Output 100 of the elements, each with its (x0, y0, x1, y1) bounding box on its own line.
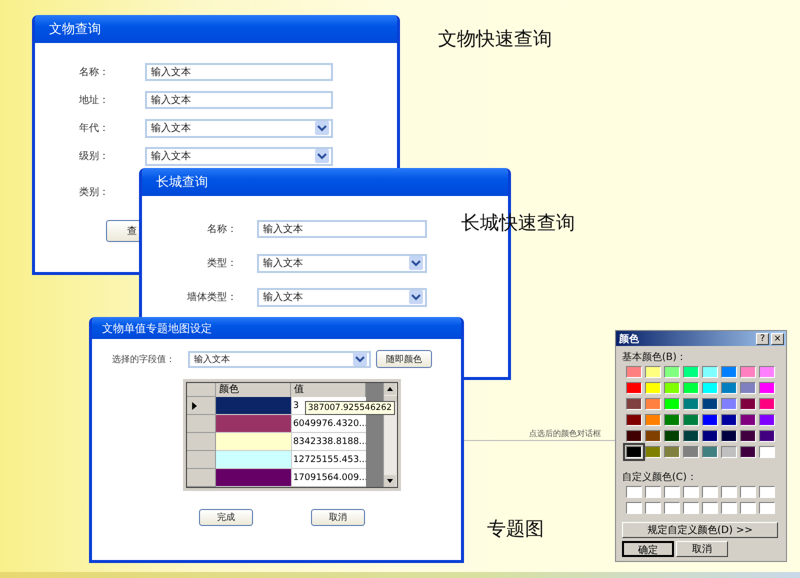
dialog-button[interactable]: 完成 (199, 509, 253, 526)
custom-color-swatch[interactable] (759, 486, 775, 498)
color-swatch[interactable] (683, 366, 699, 378)
section-label: 自定义颜色(C)： (622, 470, 698, 484)
color-swatch[interactable] (626, 398, 642, 410)
chevron-down-icon (409, 290, 423, 304)
color-swatch[interactable] (626, 382, 642, 394)
custom-color-swatch[interactable] (664, 486, 680, 498)
custom-color-swatch[interactable] (740, 486, 756, 498)
color-swatch[interactable] (740, 430, 756, 442)
dropdown-field[interactable]: 输入文本 (145, 118, 333, 138)
color-swatch[interactable] (626, 446, 642, 458)
color-swatch[interactable] (645, 430, 661, 442)
color-swatch[interactable] (740, 398, 756, 410)
color-swatch[interactable] (645, 382, 661, 394)
input-field[interactable]: 输入文本 (145, 63, 333, 81)
custom-color-swatch[interactable] (740, 502, 756, 514)
row-header-cell[interactable] (187, 469, 216, 487)
color-swatch[interactable] (683, 430, 699, 442)
row-header-cell[interactable] (187, 397, 216, 415)
chevron-down-icon (353, 352, 367, 366)
color-swatch[interactable] (664, 398, 680, 410)
dropdown-field[interactable]: 输入文本 (257, 254, 427, 272)
color-swatch[interactable] (626, 430, 642, 442)
color-swatch[interactable] (645, 398, 661, 410)
define-colors-button[interactable]: 规定自定义颜色(D) >> (622, 522, 778, 538)
cancel-button[interactable]: 取消 (676, 541, 728, 557)
color-cell[interactable] (216, 469, 292, 487)
color-swatch[interactable] (721, 382, 737, 394)
color-swatch[interactable] (759, 398, 775, 410)
color-swatch[interactable] (645, 446, 661, 458)
custom-color-swatch[interactable] (759, 502, 775, 514)
color-swatch[interactable] (721, 398, 737, 410)
color-swatch[interactable] (702, 398, 718, 410)
color-swatch[interactable] (740, 414, 756, 426)
scroll-down-icon[interactable] (384, 475, 396, 487)
color-cell[interactable] (216, 433, 292, 451)
custom-color-swatch[interactable] (626, 502, 642, 514)
color-swatch[interactable] (702, 366, 718, 378)
color-swatch[interactable] (759, 446, 775, 458)
color-swatch[interactable] (683, 446, 699, 458)
color-swatch[interactable] (702, 382, 718, 394)
color-swatch[interactable] (721, 366, 737, 378)
custom-color-swatch[interactable] (721, 486, 737, 498)
color-swatch[interactable] (664, 430, 680, 442)
color-swatch[interactable] (645, 414, 661, 426)
color-swatch[interactable] (721, 414, 737, 426)
color-swatch[interactable] (759, 414, 775, 426)
window-title: 文物单值专题地图设定 (102, 320, 212, 336)
ok-button[interactable]: 确定 (622, 541, 674, 557)
color-cell[interactable] (216, 415, 292, 433)
dropdown-field[interactable]: 输入文本 (257, 288, 427, 306)
close-button[interactable]: × (771, 332, 784, 344)
color-swatch[interactable] (683, 382, 699, 394)
field-label: 级别： (79, 150, 110, 163)
custom-color-swatch[interactable] (721, 502, 737, 514)
color-swatch[interactable] (664, 382, 680, 394)
custom-color-swatch[interactable] (702, 502, 718, 514)
color-swatch[interactable] (683, 414, 699, 426)
chevron-down-icon (409, 256, 423, 270)
color-swatch[interactable] (664, 366, 680, 378)
custom-color-swatch[interactable] (645, 486, 661, 498)
custom-color-swatch[interactable] (683, 486, 699, 498)
field-label: 名称： (206, 223, 237, 236)
color-swatch[interactable] (740, 382, 756, 394)
random-color-button[interactable]: 随即颜色 (376, 350, 432, 368)
color-swatch[interactable] (721, 446, 737, 458)
color-swatch[interactable] (702, 414, 718, 426)
color-swatch[interactable] (740, 446, 756, 458)
custom-color-swatch[interactable] (683, 502, 699, 514)
color-swatch[interactable] (645, 366, 661, 378)
custom-color-swatch[interactable] (664, 502, 680, 514)
color-swatch[interactable] (664, 414, 680, 426)
scroll-up-icon[interactable] (384, 383, 396, 395)
color-swatch[interactable] (759, 382, 775, 394)
custom-color-swatch[interactable] (626, 486, 642, 498)
row-header-cell[interactable] (187, 415, 216, 433)
custom-color-swatch[interactable] (645, 502, 661, 514)
color-swatch[interactable] (683, 398, 699, 410)
color-swatch[interactable] (759, 366, 775, 378)
dropdown-field[interactable]: 输入文本 (188, 350, 371, 368)
row-header-cell[interactable] (187, 433, 216, 451)
tooltip: 387007.925546262 (305, 401, 395, 415)
color-swatch[interactable] (626, 366, 642, 378)
dropdown-field[interactable]: 输入文本 (145, 146, 333, 166)
custom-color-swatch[interactable] (702, 486, 718, 498)
input-field[interactable]: 输入文本 (145, 91, 333, 109)
color-swatch[interactable] (740, 366, 756, 378)
input-field[interactable]: 输入文本 (257, 220, 427, 238)
dialog-button[interactable]: 取消 (311, 509, 365, 526)
color-swatch[interactable] (759, 430, 775, 442)
color-swatch[interactable] (626, 414, 642, 426)
color-swatch[interactable] (721, 430, 737, 442)
color-swatch[interactable] (702, 446, 718, 458)
color-swatch[interactable] (702, 430, 718, 442)
row-header-cell[interactable] (187, 451, 216, 469)
color-cell[interactable] (216, 397, 292, 415)
color-cell[interactable] (216, 451, 292, 469)
help-button[interactable]: ? (756, 332, 769, 344)
color-swatch[interactable] (664, 446, 680, 458)
